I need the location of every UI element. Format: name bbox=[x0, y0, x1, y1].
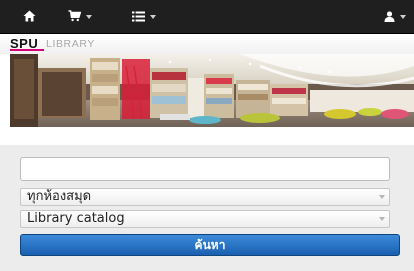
chevron-down-icon bbox=[375, 189, 389, 205]
search-source-select[interactable]: Library catalog bbox=[20, 210, 390, 228]
home-icon bbox=[23, 7, 36, 26]
user-icon bbox=[384, 7, 395, 26]
library-logo-text: LIBRARY bbox=[46, 38, 95, 50]
list-menu-button[interactable] bbox=[124, 0, 164, 33]
library-banner-image bbox=[10, 54, 414, 127]
library-scope-select[interactable]: ทุกห้องสมุด bbox=[20, 188, 390, 206]
search-input[interactable] bbox=[20, 157, 390, 181]
search-button[interactable]: ค้นหา bbox=[20, 234, 400, 256]
library-header: SPU LIBRARY bbox=[0, 34, 414, 54]
logo-accent-bar bbox=[10, 49, 44, 51]
top-navbar bbox=[0, 0, 414, 34]
chevron-down-icon bbox=[150, 14, 156, 19]
home-button[interactable] bbox=[16, 0, 42, 33]
user-menu-button[interactable] bbox=[380, 0, 410, 33]
list-icon bbox=[132, 7, 145, 26]
search-source-selected: Library catalog bbox=[27, 211, 125, 226]
library-scope-selected: ทุกห้องสมุด bbox=[27, 189, 92, 204]
cart-icon bbox=[68, 7, 82, 26]
chevron-down-icon bbox=[400, 14, 406, 19]
chevron-down-icon bbox=[375, 211, 389, 227]
chevron-down-icon bbox=[86, 14, 92, 19]
cart-menu-button[interactable] bbox=[60, 0, 100, 33]
